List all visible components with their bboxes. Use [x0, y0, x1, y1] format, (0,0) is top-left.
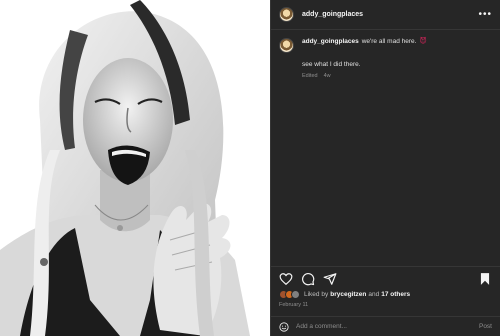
more-horizontal-icon[interactable]: ••• [478, 9, 492, 20]
bookmark-icon[interactable] [478, 272, 492, 286]
caption-meta: Edited 4w [302, 73, 492, 79]
caption-username[interactable]: addy_goingplaces [302, 38, 359, 45]
avatar[interactable] [279, 7, 294, 22]
action-bar [271, 266, 500, 290]
header-username[interactable]: addy_goingplaces [302, 11, 363, 18]
liker-username[interactable]: brycegitzen [330, 291, 366, 298]
paper-plane-icon[interactable] [323, 272, 337, 286]
liker-avatar[interactable] [291, 290, 300, 299]
instagram-post: addy_goingplaces ••• addy_goingplaces we'… [0, 0, 500, 336]
post-photo[interactable] [0, 0, 270, 336]
post-photo-image [0, 0, 270, 336]
caption-line2: see what I did there. [302, 61, 361, 68]
post-date[interactable]: February 11 [279, 302, 308, 308]
likes-summary: Liked by brycegitzen and 17 others [279, 290, 492, 299]
post-button[interactable]: Post [479, 323, 492, 330]
likes-others[interactable]: 17 others [381, 291, 410, 298]
comments-section: addy_goingplaces we're all mad here. 😈 see… [271, 31, 500, 272]
heart-icon[interactable] [279, 272, 293, 286]
caption-text: we're all mad here. [361, 38, 417, 45]
liked-by-prefix: Liked by [304, 291, 329, 298]
post-header: addy_goingplaces ••• [271, 0, 500, 30]
devil-face-icon: 😈 [419, 38, 427, 45]
likes-and: and [368, 291, 380, 298]
edited-label: Edited [302, 73, 318, 79]
emoji-icon[interactable] [279, 321, 289, 332]
caption-avatar[interactable] [279, 38, 294, 53]
add-comment-bar: Post [271, 316, 500, 336]
post-side-panel: addy_goingplaces ••• addy_goingplaces we'… [270, 0, 500, 336]
caption-comment: addy_goingplaces we're all mad here. 😈 [279, 38, 492, 53]
caption-age[interactable]: 4w [324, 73, 331, 79]
caption-body: addy_goingplaces we're all mad here. 😈 [302, 38, 427, 47]
comment-bubble-icon[interactable] [301, 272, 315, 286]
comment-input[interactable] [296, 323, 479, 330]
liker-avatars [279, 290, 300, 299]
